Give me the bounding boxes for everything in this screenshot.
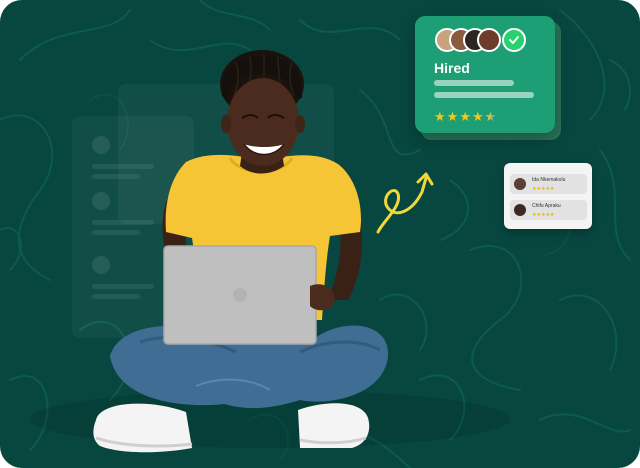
rating-stars: ★ ★ ★ ★ ★	[434, 110, 496, 124]
rating-stars: ★★★★★	[532, 212, 555, 218]
rating-stars: ★★★★★	[532, 186, 555, 192]
half-star-icon: ★	[484, 109, 497, 124]
candidate-row: Chifu Apraku ★★★★★	[510, 200, 587, 220]
hero-illustration: Hired ★ ★ ★ ★ ★ Ida Nkemakolu ★★★★★ Chif…	[0, 0, 640, 468]
star-icon: ★	[459, 109, 471, 124]
avatar	[477, 28, 501, 52]
check-icon	[502, 28, 526, 52]
placeholder-line	[434, 92, 534, 98]
star-icon: ★	[446, 109, 459, 124]
candidate-name: Ida Nkemakolu	[532, 177, 566, 183]
hired-card: Hired ★ ★ ★ ★ ★	[415, 16, 555, 133]
hired-title: Hired	[434, 60, 470, 76]
curly-arrow-up-icon	[376, 172, 434, 234]
placeholder-line	[434, 80, 514, 86]
candidate-name: Chifu Apraku	[532, 203, 561, 209]
avatar	[514, 204, 526, 216]
candidates-card: Ida Nkemakolu ★★★★★ Chifu Apraku ★★★★★	[504, 163, 592, 229]
star-icon: ★	[471, 109, 484, 124]
candidate-row: Ida Nkemakolu ★★★★★	[510, 174, 587, 194]
avatar	[514, 178, 526, 190]
star-icon: ★	[434, 109, 446, 124]
